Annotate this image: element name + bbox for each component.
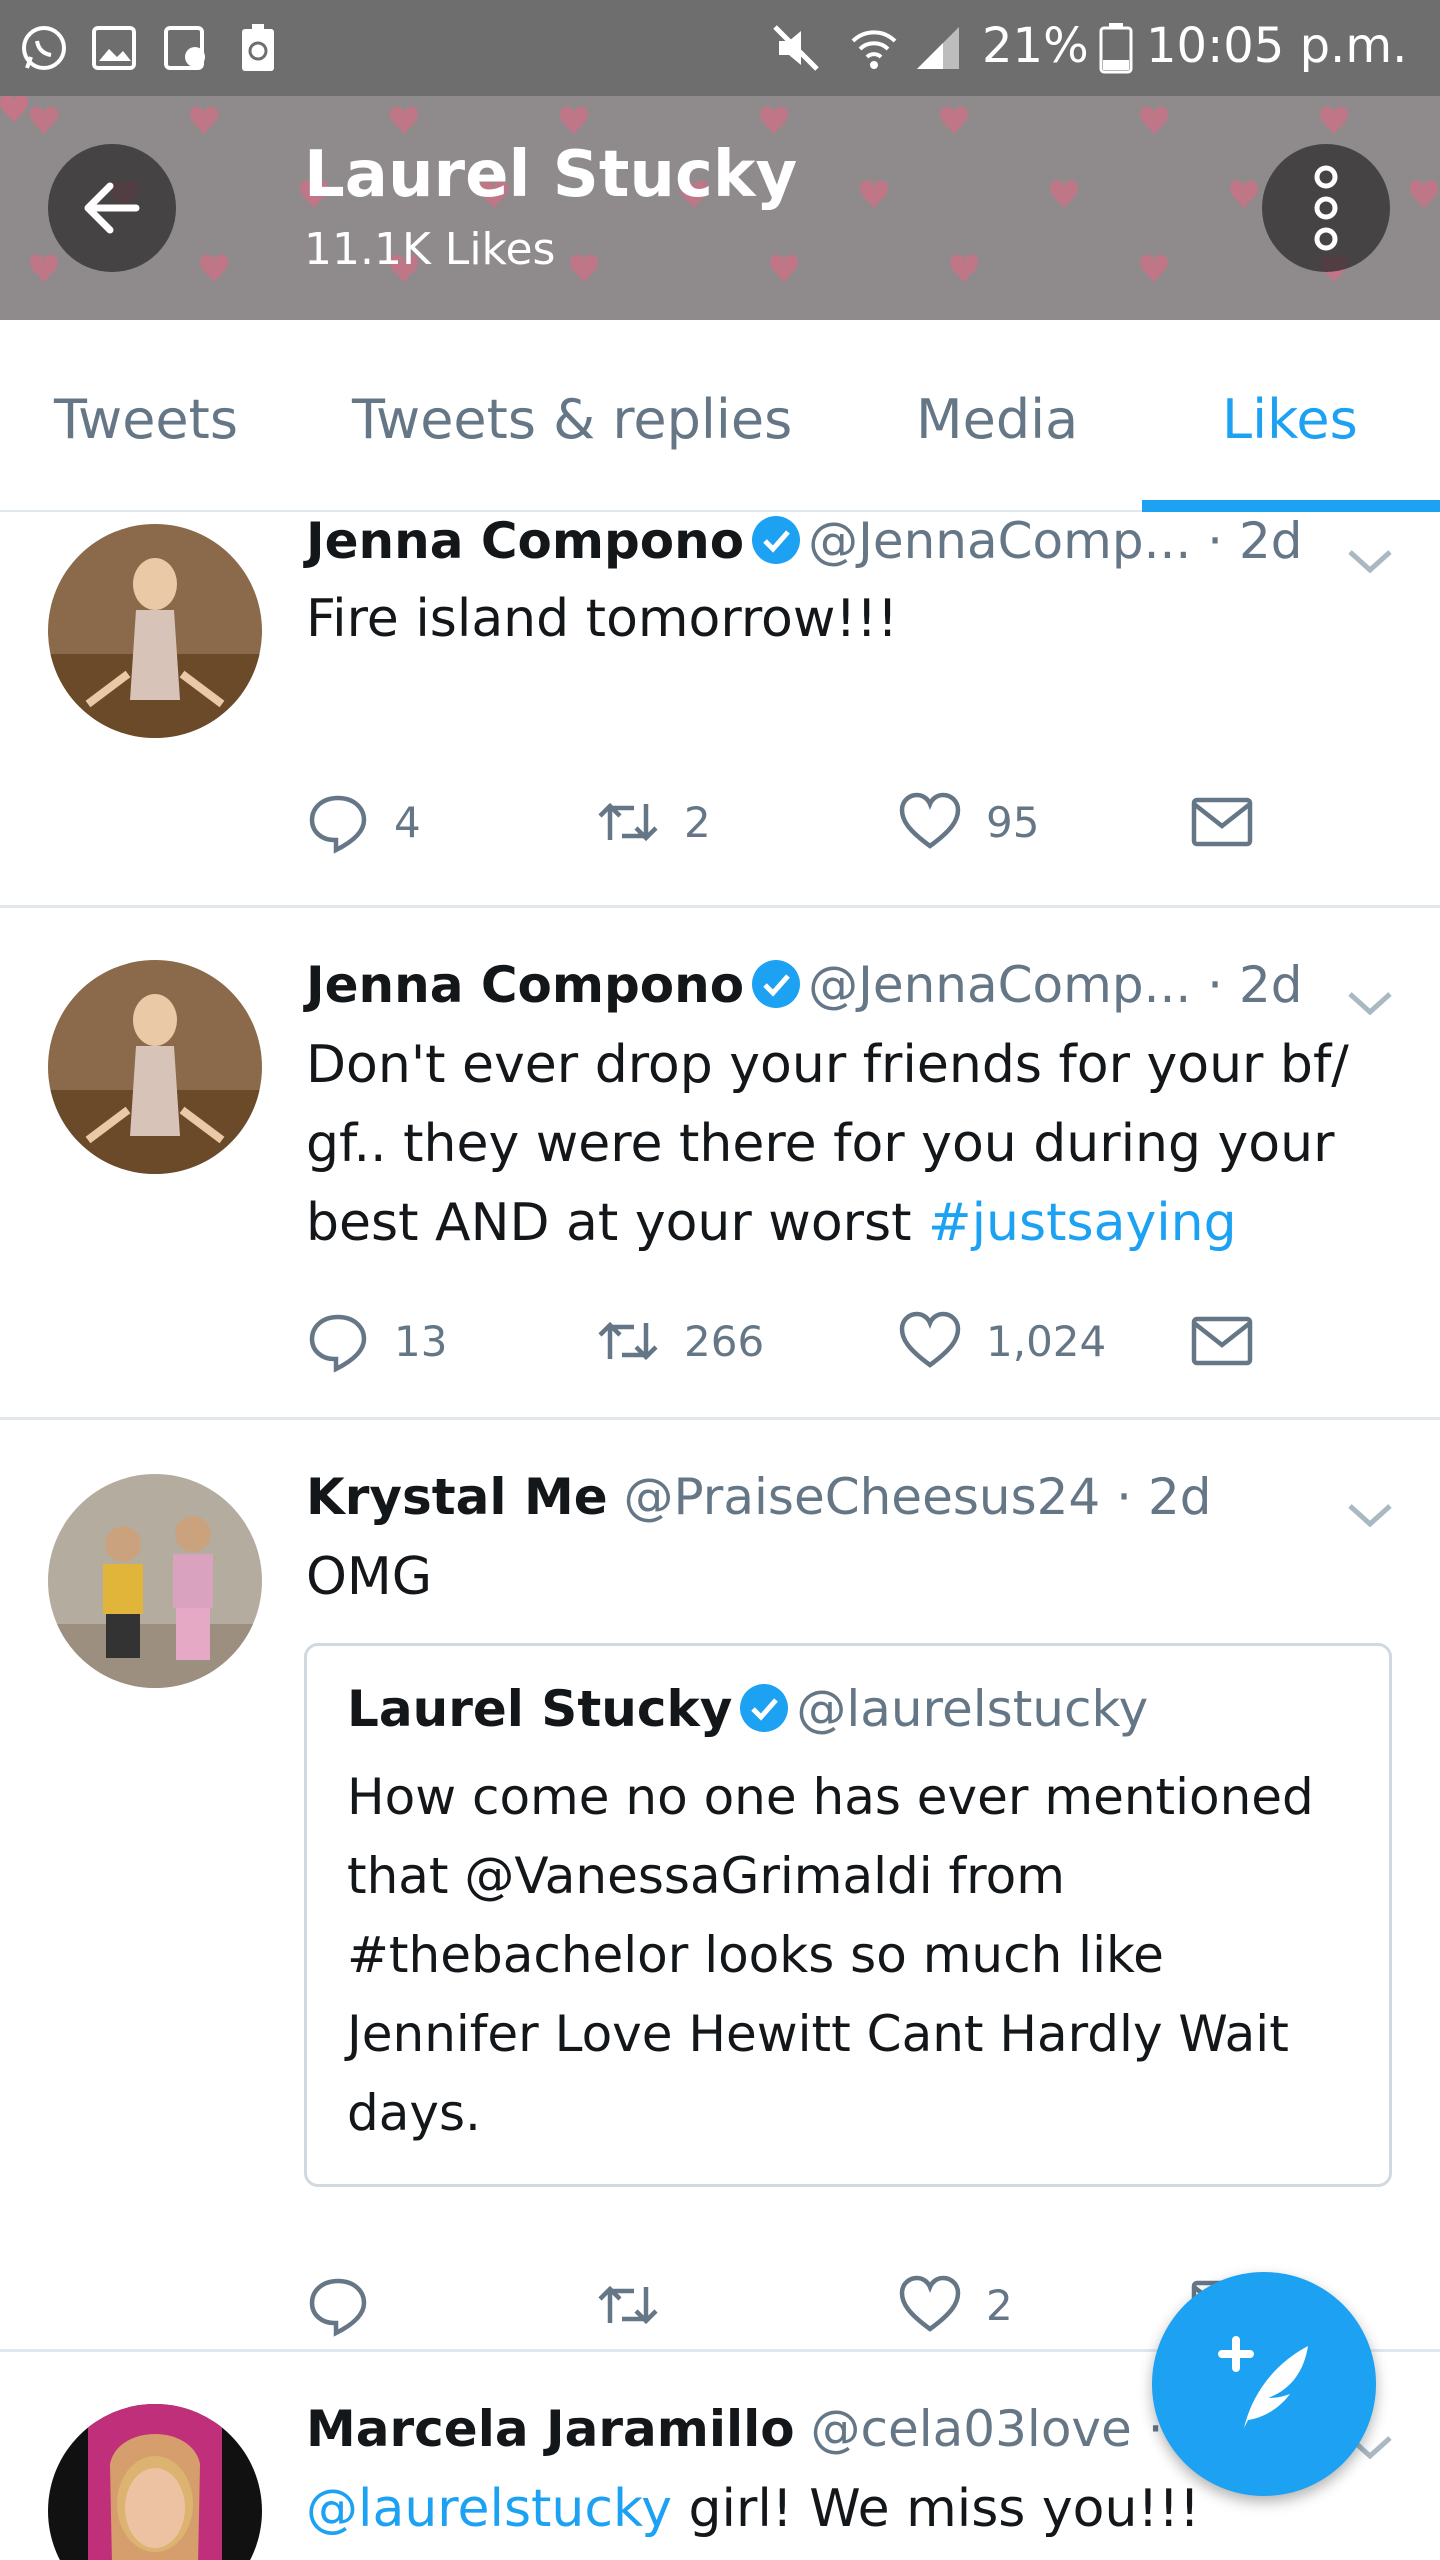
battery-icon <box>1090 22 1142 74</box>
avatar[interactable] <box>48 524 262 738</box>
reply-icon <box>309 2278 367 2337</box>
like-button[interactable]: 95 <box>898 787 1039 857</box>
quoted-tweet[interactable]: Laurel Stucky @laurelstucky How come no o… <box>304 1643 1392 2187</box>
tweet-time: · 2d <box>1116 1468 1212 1526</box>
author-name[interactable]: Jenna Compono <box>306 512 744 570</box>
whatsapp-icon <box>18 22 70 74</box>
envelope-icon <box>1191 797 1253 847</box>
tab-likes[interactable]: Likes <box>1222 388 1358 451</box>
reply-count: 13 <box>394 1316 448 1366</box>
retweet-icon <box>598 1321 658 1361</box>
tab-media[interactable]: Media <box>916 388 1078 451</box>
chevron-down-icon[interactable] <box>1340 542 1400 582</box>
quoted-tweet-text: How come no one has ever mentioned that … <box>347 1768 1314 2142</box>
tweet-actions: 4 2 95 <box>306 787 1306 857</box>
author-handle[interactable]: @cela03love <box>811 2400 1132 2458</box>
heart-icon <box>899 792 961 849</box>
tweet-header: Krystal Me @PraiseCheesus24 · 2d <box>306 1468 1212 1526</box>
chevron-down-icon[interactable] <box>1340 1496 1400 1536</box>
retweet-button[interactable] <box>596 2270 684 2340</box>
more-options-button[interactable] <box>1262 144 1390 272</box>
wifi-icon <box>848 22 900 74</box>
verified-badge-icon <box>752 960 801 1008</box>
reply-button[interactable] <box>306 2270 394 2340</box>
author-name[interactable]: Jenna Compono <box>306 956 744 1014</box>
reply-icon <box>309 1314 367 1373</box>
reply-button[interactable]: 4 <box>306 787 421 857</box>
recycle-battery-icon <box>232 22 284 74</box>
tweet-actions: 13 266 1,024 <box>306 1306 1306 1376</box>
tweet-text: Fire island tomorrow!!! <box>306 589 898 649</box>
retweet-button[interactable]: 2 <box>596 787 711 857</box>
profile-header: Laurel Stucky 11.1K Likes <box>0 96 1440 320</box>
direct-message-button[interactable] <box>1190 787 1278 857</box>
avatar[interactable] <box>48 1474 262 1688</box>
clip-icon <box>160 22 212 74</box>
tweet-header: Jenna Compono @JennaComp... · 2d <box>306 512 1303 570</box>
tweet-header: Marcela Jaramillo @cela03love · <box>306 2400 1164 2458</box>
hashtag-link[interactable]: #justsaying <box>928 1193 1237 1253</box>
tweet-card[interactable]: Jenna Compono @JennaComp... · 2d Fire isl… <box>0 512 1440 908</box>
direct-message-button[interactable] <box>1190 1306 1278 1376</box>
tweet-header: Jenna Compono @JennaComp... · 2d <box>306 956 1303 1014</box>
retweet-icon <box>598 2285 658 2325</box>
clock: 10:05 p.m. <box>1146 18 1408 74</box>
battery-percent: 21% <box>982 18 1089 74</box>
author-name[interactable]: Krystal Me <box>306 1468 608 1526</box>
reply-icon <box>309 795 367 854</box>
active-tab-indicator <box>1142 500 1440 512</box>
heart-icon <box>899 2275 961 2332</box>
verified-badge-icon <box>752 516 801 564</box>
quoted-author-handle: @laurelstucky <box>796 1680 1149 1738</box>
chevron-down-icon[interactable] <box>1340 984 1400 1024</box>
author-name[interactable]: Marcela Jaramillo <box>306 2400 795 2458</box>
tweet-card[interactable]: Krystal Me @PraiseCheesus24 · 2d OMG Lau… <box>0 1420 1440 2352</box>
heart-icon <box>899 1311 961 1368</box>
author-handle[interactable]: @PraiseCheesus24 <box>624 1468 1101 1526</box>
profile-tabs: Tweets Tweets & replies Media Likes <box>0 320 1440 512</box>
more-vertical-icon <box>1314 165 1338 251</box>
quoted-tweet-header: Laurel Stucky @laurelstucky <box>347 1680 1148 1738</box>
reply-count: 4 <box>394 797 421 847</box>
tweet-text-main: girl! We miss you!!! <box>672 2479 1200 2539</box>
tweet-time: · 2d <box>1207 512 1303 570</box>
retweet-count: 266 <box>684 1316 765 1366</box>
arrow-left-icon <box>84 182 140 234</box>
status-bar: 21% 10:05 p.m. <box>0 0 1440 96</box>
envelope-icon <box>1191 1316 1253 1366</box>
tweet-actions: 2 <box>306 2270 1306 2340</box>
profile-name: Laurel Stucky <box>304 138 798 212</box>
signal-icon <box>912 22 964 74</box>
tweet-time: · 2d <box>1207 956 1303 1014</box>
retweet-icon <box>598 802 658 842</box>
reply-button[interactable]: 13 <box>306 1306 447 1376</box>
tweet-text: OMG <box>306 1547 433 1607</box>
retweet-button[interactable]: 266 <box>596 1306 764 1376</box>
tab-tweets[interactable]: Tweets <box>54 388 238 451</box>
compose-tweet-icon <box>1218 2336 1308 2428</box>
back-button[interactable] <box>48 144 176 272</box>
like-count: 95 <box>986 797 1040 847</box>
tweet-card[interactable]: Jenna Compono @JennaComp... · 2d Don't ev… <box>0 908 1440 1420</box>
like-count: 1,024 <box>986 1316 1107 1366</box>
like-button[interactable]: 1,024 <box>898 1306 1106 1376</box>
like-count: 2 <box>986 2280 1013 2330</box>
avatar[interactable] <box>48 2404 262 2560</box>
likes-count: 11.1K Likes <box>304 224 556 275</box>
compose-tweet-button[interactable] <box>1152 2272 1376 2496</box>
tab-tweets-replies[interactable]: Tweets & replies <box>352 388 792 451</box>
quoted-author-name: Laurel Stucky <box>347 1680 733 1738</box>
like-button[interactable]: 2 <box>898 2270 1013 2340</box>
mute-icon <box>770 22 822 74</box>
gallery-icon <box>88 22 140 74</box>
avatar[interactable] <box>48 960 262 1174</box>
mention-link[interactable]: @laurelstucky <box>306 2479 672 2539</box>
author-handle[interactable]: @JennaComp... <box>808 512 1191 570</box>
verified-badge-icon <box>740 1684 789 1732</box>
author-handle[interactable]: @JennaComp... <box>808 956 1191 1014</box>
tweet-text: Don't ever drop your friends for your bf… <box>306 1026 1406 1263</box>
retweet-count: 2 <box>684 797 711 847</box>
